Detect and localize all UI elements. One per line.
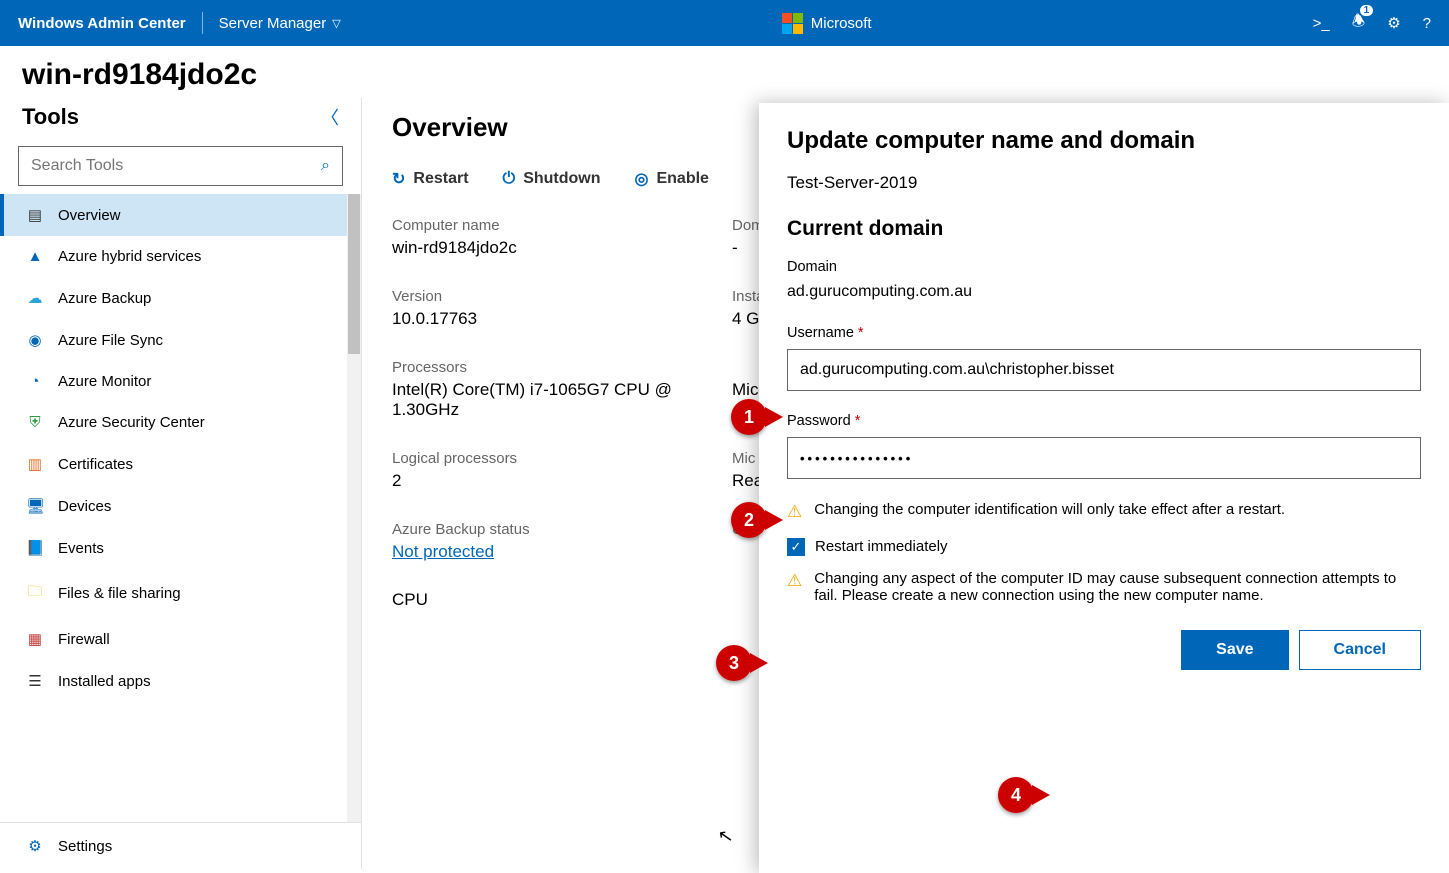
server-name-heading: win-rd9184jdo2c <box>0 46 1449 98</box>
help-icon[interactable]: ? <box>1423 15 1431 32</box>
tool-icon: ▲ <box>26 248 44 265</box>
power-icon: ⏻ <box>503 170 516 188</box>
sidebar-item-azure-backup[interactable]: ☁ Azure Backup <box>0 277 347 319</box>
menu-label: Server Manager <box>219 15 327 32</box>
tool-icon: ▤ <box>26 206 44 224</box>
tool-icon: ☰ <box>26 672 44 690</box>
sidebar-item-azure-monitor[interactable]: ◔ Azure Monitor <box>0 361 347 402</box>
sidebar-scrollbar[interactable]: ▲ ▼ <box>347 194 361 822</box>
tools-title: Tools <box>22 104 79 130</box>
notification-badge: 1 <box>1360 5 1374 16</box>
field-azure-backup: Azure Backup status Not protected <box>392 521 722 562</box>
username-input[interactable] <box>787 349 1421 391</box>
sidebar-item-files-file-sharing[interactable]: 🗀 Files & file sharing <box>0 569 347 618</box>
sidebar-item-certificates[interactable]: ▥ Certificates <box>0 443 347 485</box>
scrollbar-thumb[interactable] <box>348 194 360 354</box>
sidebar-item-label: Azure Security Center <box>58 414 205 431</box>
panel-section-title: Current domain <box>787 217 1421 241</box>
field-logical-processors: Logical processors 2 <box>392 450 722 491</box>
collapse-sidebar-icon[interactable]: 〈 <box>321 104 339 130</box>
tool-icon: ▥ <box>26 455 44 473</box>
sidebar-item-firewall[interactable]: ▦ Firewall <box>0 618 347 660</box>
tool-icon: ▦ <box>26 630 44 648</box>
sidebar-item-label: Certificates <box>58 456 133 473</box>
enable-button[interactable]: ◎Enable <box>635 169 709 189</box>
update-computer-panel: Update computer name and domain Test-Ser… <box>759 103 1449 873</box>
sidebar-item-label: Azure hybrid services <box>58 248 201 265</box>
sidebar-item-azure-security-center[interactable]: ⛨ Azure Security Center <box>0 402 347 443</box>
notifications-icon[interactable]: 🕭1 <box>1352 11 1365 36</box>
microsoft-brand: Microsoft <box>341 13 1313 34</box>
warning-icon: ⚠ <box>787 571 802 604</box>
search-tools-field[interactable]: ⌕ <box>18 146 343 186</box>
sidebar-item-label: Azure File Sync <box>58 332 163 349</box>
field-computer-name: Computer name win-rd9184jdo2c <box>392 217 722 258</box>
panel-title: Update computer name and domain <box>787 127 1421 155</box>
warning-restart-required: ⚠ Changing the computer identification w… <box>787 501 1421 522</box>
sidebar-item-azure-hybrid-services[interactable]: ▲ Azure hybrid services <box>0 236 347 277</box>
callout-3: 3 <box>716 645 778 681</box>
search-input[interactable] <box>31 157 321 175</box>
callout-1: 1 <box>731 399 793 435</box>
target-icon: ◎ <box>635 169 649 189</box>
field-processors: Processors Intel(R) Core(TM) i7-1065G7 C… <box>392 359 722 420</box>
powershell-icon[interactable]: >_ <box>1313 15 1330 32</box>
tool-icon: 📘 <box>26 539 44 557</box>
sidebar-item-label: Azure Monitor <box>58 373 151 390</box>
domain-label: Domain <box>787 259 1421 275</box>
tool-icon: 🗀 <box>26 581 44 606</box>
chevron-down-icon: ▽ <box>332 17 340 30</box>
checkbox-icon[interactable]: ✓ <box>787 538 805 556</box>
app-brand[interactable]: Windows Admin Center <box>18 15 186 32</box>
tool-icon: ⛨ <box>26 414 44 431</box>
restart-button[interactable]: ↻Restart <box>392 169 469 189</box>
gear-icon: ⚙ <box>26 837 44 855</box>
sidebar-item-label: Settings <box>58 838 112 855</box>
sidebar-item-devices[interactable]: 🖥 Devices <box>0 485 347 527</box>
tools-sidebar: Tools 〈 ⌕ ▤ Overview ▲ Azure hybrid service… <box>0 98 362 869</box>
callout-4: 4 <box>998 777 1060 813</box>
domain-value: ad.gurucomputing.com.au <box>787 283 1421 301</box>
sidebar-item-label: Firewall <box>58 631 110 648</box>
username-label: Username * <box>787 325 1421 341</box>
checkbox-label: Restart immediately <box>815 538 948 555</box>
top-bar: Windows Admin Center Server Manager ▽ Mi… <box>0 0 1449 46</box>
microsoft-label: Microsoft <box>811 15 872 32</box>
sidebar-item-label: Installed apps <box>58 673 151 690</box>
sidebar-item-events[interactable]: 📘 Events <box>0 527 347 569</box>
tool-icon: ☁ <box>26 289 44 307</box>
panel-computer-name: Test-Server-2019 <box>787 173 1421 193</box>
sidebar-item-label: Events <box>58 540 104 557</box>
sidebar-item-label: Azure Backup <box>58 290 151 307</box>
callout-2: 2 <box>731 502 793 538</box>
password-label: Password * <box>787 413 1421 429</box>
sidebar-item-installed-apps[interactable]: ☰ Installed apps <box>0 660 347 702</box>
sidebar-item-label: Overview <box>58 207 121 224</box>
sidebar-item-settings[interactable]: ⚙ Settings <box>0 823 361 869</box>
sidebar-item-label: Files & file sharing <box>58 585 181 602</box>
sidebar-item-overview[interactable]: ▤ Overview <box>0 194 347 236</box>
shutdown-button[interactable]: ⏻Shutdown <box>503 169 601 189</box>
settings-icon[interactable]: ⚙ <box>1387 14 1400 32</box>
cancel-button[interactable]: Cancel <box>1299 630 1421 670</box>
warning-connection-fail: ⚠ Changing any aspect of the computer ID… <box>787 570 1421 604</box>
tool-icon: ◉ <box>26 331 44 349</box>
sidebar-item-azure-file-sync[interactable]: ◉ Azure File Sync <box>0 319 347 361</box>
microsoft-logo-icon <box>782 13 803 34</box>
not-protected-link[interactable]: Not protected <box>392 542 722 562</box>
tool-icon: 🖥 <box>26 497 44 515</box>
divider <box>202 12 203 34</box>
save-button[interactable]: Save <box>1181 630 1288 670</box>
password-input[interactable] <box>787 437 1421 479</box>
tool-icon: ◔ <box>26 373 44 390</box>
sidebar-item-label: Devices <box>58 498 111 515</box>
server-manager-menu[interactable]: Server Manager ▽ <box>219 15 341 32</box>
restart-immediately-checkbox[interactable]: ✓ Restart immediately <box>787 538 1421 556</box>
restart-icon: ↻ <box>392 169 405 189</box>
search-icon: ⌕ <box>321 157 330 175</box>
field-version: Version 10.0.17763 <box>392 288 722 329</box>
